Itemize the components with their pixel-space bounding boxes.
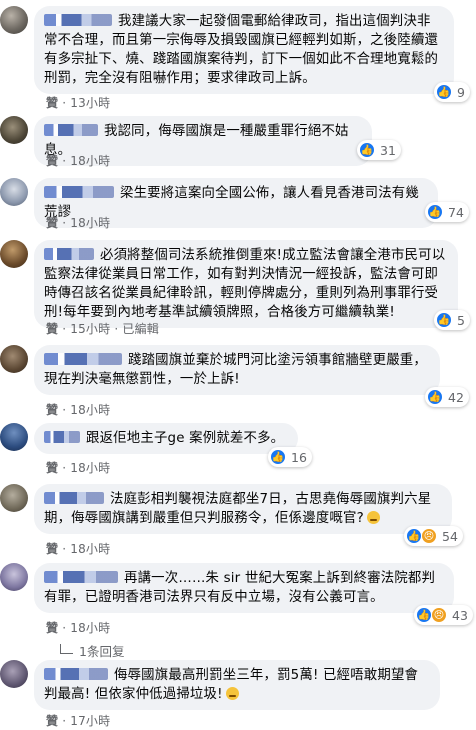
like-button[interactable]: 贊	[46, 621, 58, 635]
avatar[interactable]	[0, 660, 28, 688]
reaction-count: 9	[457, 84, 465, 100]
timestamp[interactable]: 17小時	[70, 714, 110, 728]
comment-feed: 我建議大家一起發個電郵給律政司，指出這個判決非常不合理，而且第一宗侮辱及損毀國旗…	[0, 0, 476, 730]
reaction-summary[interactable]: 👍 42	[425, 387, 469, 407]
like-reaction-icon: 👍	[406, 528, 422, 544]
avatar[interactable]	[0, 240, 28, 268]
reaction-count: 54	[442, 528, 458, 544]
comment-actions: 贊 · 18小時	[46, 403, 111, 417]
avatar[interactable]	[0, 116, 28, 144]
avatar[interactable]	[0, 563, 28, 591]
author-name[interactable]	[44, 492, 104, 504]
angry-reaction-icon: 😠	[431, 607, 447, 623]
author-name[interactable]	[44, 353, 122, 365]
timestamp[interactable]: 18小時	[70, 542, 110, 556]
reaction-summary[interactable]: 👍 😠 54	[404, 526, 463, 546]
timestamp[interactable]: 18小時	[70, 154, 110, 168]
reaction-summary[interactable]: 👍 31	[357, 140, 401, 160]
comment-bubble: 踐踏國旗並棄於城門河比塗污領事館牆壁更嚴重，現在判決毫無懲罰性，一於上訴!	[34, 345, 440, 395]
author-name[interactable]	[44, 186, 114, 198]
replies-label: 1条回复	[79, 644, 125, 659]
reaction-summary[interactable]: 👍 5	[434, 310, 470, 330]
comment-bubble: 法庭彭相判襲視法庭都坐7日，古思堯侮辱國旗判六星期，侮辱國旗講到嚴重但只判服務令…	[34, 484, 452, 534]
timestamp[interactable]: 18小時	[70, 621, 110, 635]
reaction-count: 43	[452, 607, 468, 623]
avatar[interactable]	[0, 423, 28, 451]
like-reaction-icon: 👍	[436, 312, 452, 328]
author-name[interactable]	[44, 571, 118, 583]
comment-text: 必須將整個司法系統推倒重來!成立監法會讓全港市民可以監察法律從業員日常工作，如有…	[44, 248, 446, 320]
comment-bubble: 侮辱國旗最高刑罰坐三年，罰5萬! 已經唔敢期望會判最高! 但依家仲低過掃垃圾!	[34, 660, 440, 710]
comment-bubble: 跟返佢地主子ge 案例就差不多。	[34, 423, 298, 454]
like-button[interactable]: 贊	[46, 461, 58, 475]
author-name[interactable]	[44, 668, 108, 680]
author-name[interactable]	[44, 248, 94, 260]
like-button[interactable]: 贊	[46, 216, 58, 230]
reaction-summary[interactable]: 👍 9	[434, 82, 470, 102]
avatar[interactable]	[0, 345, 28, 373]
comment-actions: 贊 · 18小時	[46, 461, 111, 475]
comment-actions: 贊 · 18小時	[46, 216, 111, 230]
view-replies-link[interactable]: 1条回复	[60, 641, 124, 660]
comment-bubble: 再講一次……朱 sir 世紀大冤案上訴到終審法院都判有罪，已證明香港司法界只有反…	[34, 563, 454, 613]
comment-actions: 贊 · 15小時 · 已編輯	[46, 322, 159, 336]
reaction-summary[interactable]: 👍 😠 43	[414, 605, 473, 625]
avatar[interactable]	[0, 484, 28, 512]
like-button[interactable]: 贊	[46, 403, 58, 417]
author-name[interactable]	[44, 14, 112, 26]
reaction-summary[interactable]: 👍 74	[425, 202, 469, 222]
reaction-count: 5	[457, 312, 465, 328]
like-button[interactable]: 贊	[46, 322, 58, 336]
reaction-count: 74	[448, 204, 464, 220]
reaction-count: 31	[380, 142, 396, 158]
comment-bubble: 必須將整個司法系統推倒重來!成立監法會讓全港市民可以監察法律從業員日常工作，如有…	[34, 240, 458, 328]
like-reaction-icon: 👍	[436, 84, 452, 100]
like-button[interactable]: 贊	[46, 154, 58, 168]
comment-actions: 贊 · 18小時	[46, 154, 111, 168]
author-name[interactable]	[44, 124, 98, 136]
like-button[interactable]: 贊	[46, 542, 58, 556]
avatar[interactable]	[0, 6, 28, 34]
timestamp[interactable]: 18小時	[70, 216, 110, 230]
like-reaction-icon: 👍	[359, 142, 375, 158]
edited-label[interactable]: 已編輯	[122, 322, 159, 336]
angry-reaction-icon: 😠	[421, 528, 437, 544]
like-button[interactable]: 贊	[46, 96, 58, 110]
like-reaction-icon: 👍	[416, 607, 432, 623]
reaction-summary[interactable]: 👍 16	[268, 447, 312, 467]
timestamp[interactable]: 13小時	[70, 96, 110, 110]
angry-face-emoji-icon	[366, 511, 380, 524]
comment-actions: 贊 · 18小時	[46, 621, 111, 635]
comment-actions: 贊 · 13小時	[46, 96, 111, 110]
comment-actions: 贊 · 17小時	[46, 714, 111, 728]
reaction-count: 16	[291, 449, 307, 465]
like-reaction-icon: 👍	[427, 389, 443, 405]
timestamp[interactable]: 15小時	[70, 322, 110, 336]
comment-text: 跟返佢地主子ge 案例就差不多。	[86, 431, 285, 446]
angry-face-emoji-icon	[225, 687, 239, 700]
comment-bubble: 我建議大家一起發個電郵給律政司，指出這個判決非常不合理，而且第一宗侮辱及損毀國旗…	[34, 6, 454, 94]
timestamp[interactable]: 18小時	[70, 461, 110, 475]
like-reaction-icon: 👍	[270, 449, 286, 465]
avatar[interactable]	[0, 178, 28, 206]
author-name[interactable]	[44, 431, 80, 443]
like-reaction-icon: 👍	[427, 204, 443, 220]
reply-arrow-icon	[60, 644, 73, 654]
reaction-count: 42	[448, 389, 464, 405]
like-button[interactable]: 贊	[46, 714, 58, 728]
comment-actions: 贊 · 18小時	[46, 542, 111, 556]
timestamp[interactable]: 18小時	[70, 403, 110, 417]
